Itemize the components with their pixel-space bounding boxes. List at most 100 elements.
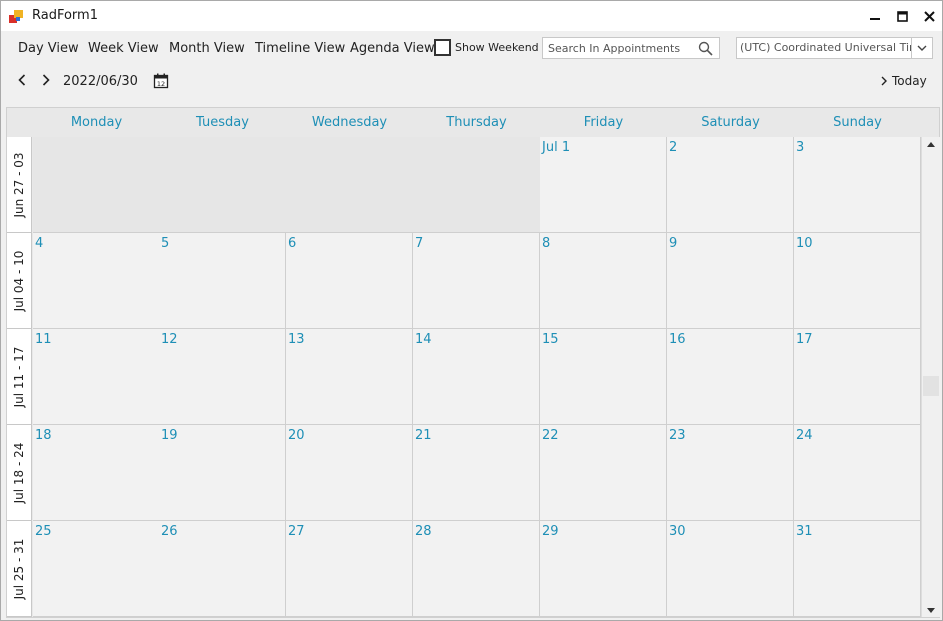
day-number[interactable]: 30 xyxy=(669,524,686,539)
search-box[interactable] xyxy=(542,37,720,59)
day-cell[interactable]: 9 xyxy=(667,233,794,329)
scroll-down-button[interactable] xyxy=(922,603,940,617)
scroll-up-button[interactable] xyxy=(922,137,940,151)
day-cell[interactable]: 7 xyxy=(413,233,540,329)
day-number[interactable]: 13 xyxy=(288,332,305,347)
day-cell-empty[interactable] xyxy=(286,137,413,233)
timezone-dropdown-button[interactable] xyxy=(911,38,932,58)
day-cell[interactable]: 20 xyxy=(286,425,413,521)
day-number[interactable]: 24 xyxy=(796,428,813,443)
day-number[interactable]: 14 xyxy=(415,332,432,347)
day-number[interactable]: 23 xyxy=(669,428,686,443)
day-number[interactable]: 19 xyxy=(161,428,178,443)
day-cell[interactable]: 11 xyxy=(33,329,160,425)
day-cell-empty[interactable] xyxy=(413,137,540,233)
day-number[interactable]: 15 xyxy=(542,332,559,347)
day-cell[interactable]: 5 xyxy=(159,233,286,329)
day-cell[interactable]: 4 xyxy=(33,233,160,329)
day-number[interactable]: 2 xyxy=(669,140,677,155)
day-cell[interactable]: 13 xyxy=(286,329,413,425)
day-number[interactable]: 5 xyxy=(161,236,169,251)
day-cell[interactable]: 23 xyxy=(667,425,794,521)
day-cell-empty[interactable] xyxy=(159,137,286,233)
day-view-button[interactable]: Day View xyxy=(18,41,79,56)
day-number[interactable]: 4 xyxy=(35,236,43,251)
day-cell[interactable]: 3 xyxy=(794,137,921,233)
day-cell[interactable]: 31 xyxy=(794,521,921,617)
scroll-thumb[interactable] xyxy=(923,376,939,396)
week-header[interactable]: Jun 27 - 03 xyxy=(7,137,32,233)
search-input[interactable] xyxy=(543,38,693,58)
day-cell[interactable]: 19 xyxy=(159,425,286,521)
close-button[interactable] xyxy=(915,1,943,31)
day-number[interactable]: 17 xyxy=(796,332,813,347)
day-cell[interactable]: 26 xyxy=(159,521,286,617)
day-cell[interactable]: 24 xyxy=(794,425,921,521)
day-number[interactable]: 25 xyxy=(35,524,52,539)
week-label: Jun 27 - 03 xyxy=(12,151,26,218)
week-label: Jul 25 - 31 xyxy=(12,538,26,599)
month-view-button[interactable]: Month View xyxy=(169,41,245,56)
day-cell[interactable]: 27 xyxy=(286,521,413,617)
day-number[interactable]: 27 xyxy=(288,524,305,539)
day-number[interactable]: 6 xyxy=(288,236,296,251)
day-number[interactable]: 20 xyxy=(288,428,305,443)
agenda-view-button[interactable]: Agenda View xyxy=(350,41,435,56)
day-cell[interactable]: Jul 1 xyxy=(540,137,667,233)
week-header[interactable]: Jul 04 - 10 xyxy=(7,233,32,329)
maximize-button[interactable] xyxy=(888,1,916,31)
timeline-view-button[interactable]: Timeline View xyxy=(255,41,345,56)
week-header[interactable]: Jul 25 - 31 xyxy=(7,521,32,617)
search-icon[interactable] xyxy=(698,41,713,56)
next-button[interactable] xyxy=(39,72,53,88)
show-weekend-label[interactable]: Show Weekend xyxy=(455,41,539,54)
day-number[interactable]: 11 xyxy=(35,332,52,347)
timezone-dropdown[interactable]: (UTC) Coordinated Universal Time xyxy=(736,37,933,59)
day-number[interactable]: 31 xyxy=(796,524,813,539)
day-cell[interactable]: 12 xyxy=(159,329,286,425)
week-view-button[interactable]: Week View xyxy=(88,41,159,56)
show-weekend-checkbox[interactable] xyxy=(434,39,451,56)
day-cell[interactable]: 25 xyxy=(33,521,160,617)
day-number[interactable]: 21 xyxy=(415,428,432,443)
day-number[interactable]: Jul 1 xyxy=(542,140,570,155)
day-cell[interactable]: 30 xyxy=(667,521,794,617)
week-header[interactable]: Jul 18 - 24 xyxy=(7,425,32,521)
day-number[interactable]: 10 xyxy=(796,236,813,251)
day-number[interactable]: 28 xyxy=(415,524,432,539)
day-cell[interactable]: 16 xyxy=(667,329,794,425)
day-number[interactable]: 26 xyxy=(161,524,178,539)
day-cell[interactable]: 8 xyxy=(540,233,667,329)
day-number[interactable]: 29 xyxy=(542,524,559,539)
day-cell-empty[interactable] xyxy=(33,137,160,233)
week-header[interactable]: Jul 11 - 17 xyxy=(7,329,32,425)
day-cell[interactable]: 18 xyxy=(33,425,160,521)
day-cell[interactable]: 21 xyxy=(413,425,540,521)
day-cell[interactable]: 29 xyxy=(540,521,667,617)
calendar-icon[interactable]: 12 xyxy=(153,73,169,89)
day-cell[interactable]: 17 xyxy=(794,329,921,425)
minimize-button[interactable] xyxy=(861,1,889,31)
day-cell[interactable]: 2 xyxy=(667,137,794,233)
close-icon xyxy=(923,10,935,22)
day-cell[interactable]: 28 xyxy=(413,521,540,617)
day-number[interactable]: 3 xyxy=(796,140,804,155)
day-number[interactable]: 8 xyxy=(542,236,550,251)
vertical-scrollbar[interactable] xyxy=(921,137,940,617)
day-cell[interactable]: 14 xyxy=(413,329,540,425)
day-number[interactable]: 18 xyxy=(35,428,52,443)
day-number[interactable]: 12 xyxy=(161,332,178,347)
day-number[interactable]: 16 xyxy=(669,332,686,347)
day-number[interactable]: 9 xyxy=(669,236,677,251)
day-cell[interactable]: 15 xyxy=(540,329,667,425)
day-number[interactable]: 7 xyxy=(415,236,423,251)
day-cell[interactable]: 22 xyxy=(540,425,667,521)
previous-button[interactable] xyxy=(15,72,29,88)
day-cell[interactable]: 6 xyxy=(286,233,413,329)
day-cell[interactable]: 10 xyxy=(794,233,921,329)
minimize-icon xyxy=(870,18,880,20)
today-button[interactable]: Today xyxy=(881,74,927,88)
day-header-monday: Monday xyxy=(70,115,123,130)
title-bar[interactable]: RadForm1 xyxy=(1,1,942,31)
day-number[interactable]: 22 xyxy=(542,428,559,443)
